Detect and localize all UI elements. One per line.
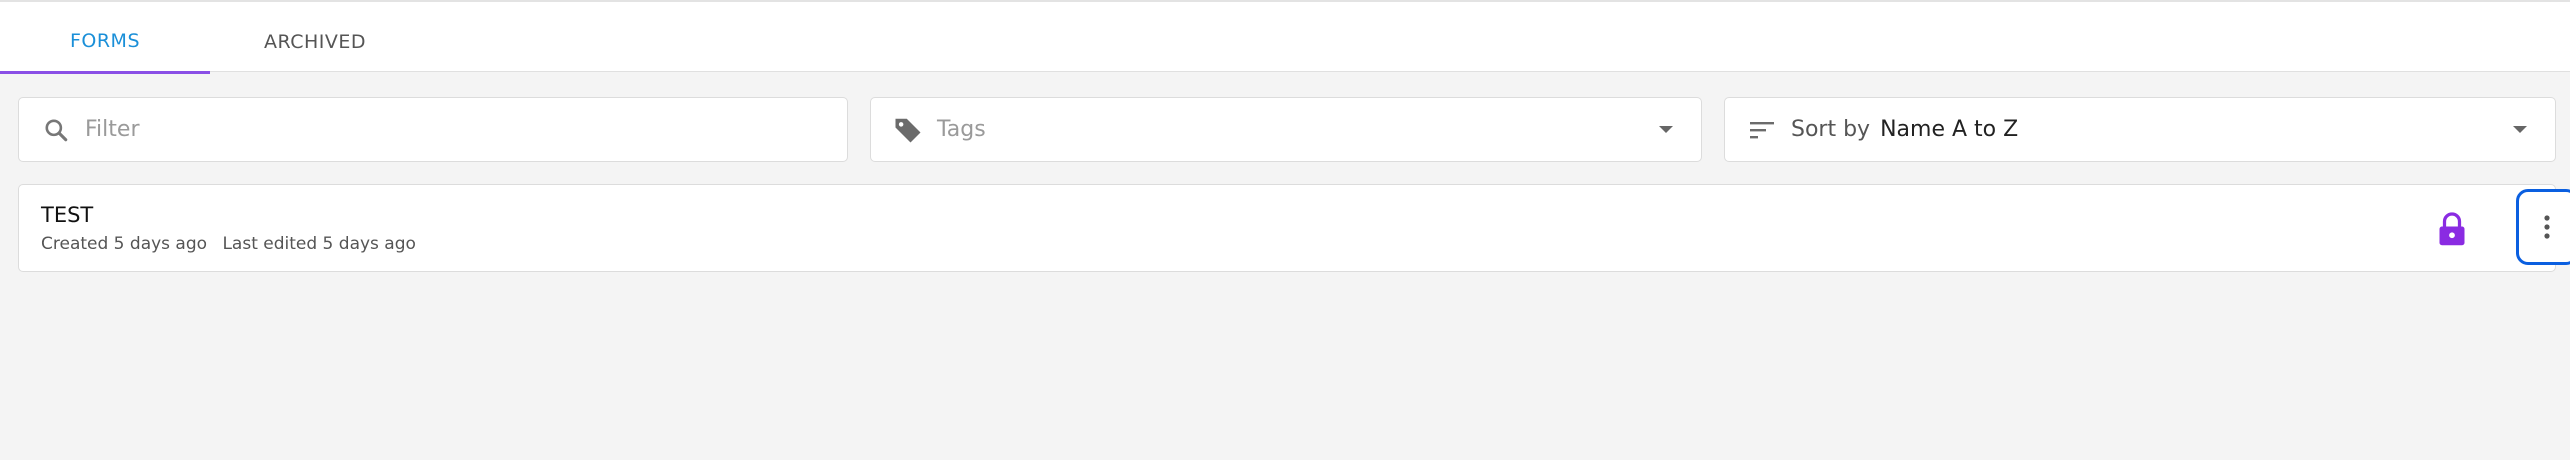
tags-label: Tags <box>937 117 986 142</box>
tab-forms[interactable]: FORMS <box>0 10 210 74</box>
filter-box[interactable] <box>18 97 848 162</box>
chevron-down-icon <box>1659 126 1673 133</box>
tab-archived[interactable]: ARCHIVED <box>210 10 420 74</box>
lock-icon <box>2437 211 2467 247</box>
tag-icon <box>893 115 923 145</box>
chevron-down-icon <box>2513 126 2527 133</box>
form-card[interactable]: TEST Created 5 days ago Last edited 5 da… <box>18 184 2570 272</box>
more-vert-icon <box>2544 215 2550 239</box>
tab-bar: FORMS ARCHIVED <box>0 10 420 74</box>
sort-dropdown[interactable]: Sort by Name A to Z <box>1724 97 2556 162</box>
top-bar: FORMS ARCHIVED <box>0 0 2570 74</box>
form-created: Created 5 days ago <box>41 234 208 254</box>
sort-prefix: Sort by <box>1791 117 1871 142</box>
form-title[interactable]: TEST <box>41 203 93 227</box>
filter-input[interactable] <box>85 109 825 150</box>
tags-dropdown[interactable]: Tags <box>870 97 1702 162</box>
sort-icon <box>1747 115 1777 145</box>
search-icon <box>41 115 71 145</box>
toolbar: Tags Sort by Name A to Z <box>18 97 2556 162</box>
more-options-button[interactable] <box>2516 189 2570 265</box>
form-meta: Created 5 days ago Last edited 5 days ag… <box>41 234 416 254</box>
form-edited: Last edited 5 days ago <box>222 234 416 254</box>
sort-value: Name A to Z <box>1880 117 2019 142</box>
